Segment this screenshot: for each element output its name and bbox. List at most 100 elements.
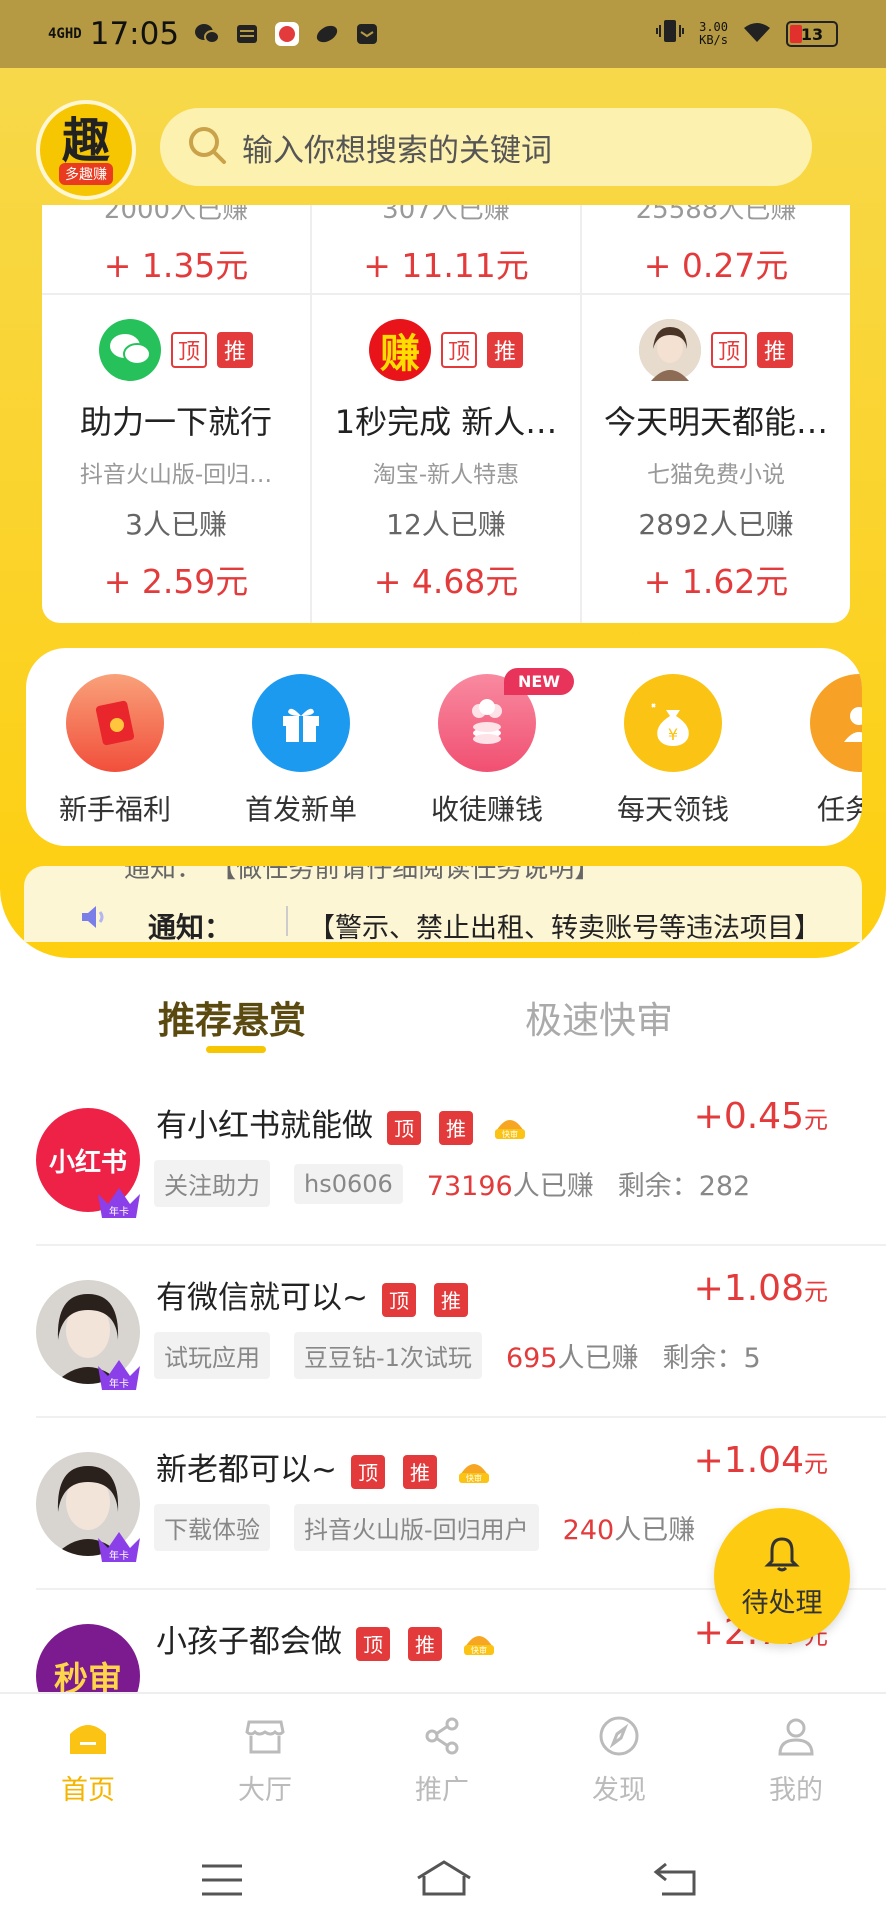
cell-reward: + 1.62元 xyxy=(643,562,789,601)
menu-icon[interactable] xyxy=(200,1862,244,1902)
tag-recommend: 推 xyxy=(487,332,523,368)
tag-top: 顶 xyxy=(350,1454,385,1489)
category-daily-money[interactable]: ¥ 每天领钱 xyxy=(608,674,738,828)
mail-notify-icon xyxy=(353,21,381,47)
tag-recommend: 推 xyxy=(439,1110,473,1145)
fast-review-label: 快审 xyxy=(502,1129,518,1139)
crown-label: 年卡 xyxy=(109,1205,129,1218)
crown-label: 年卡 xyxy=(109,1377,129,1390)
tag-recommend: 推 xyxy=(408,1626,442,1661)
new-badge: NEW xyxy=(504,668,574,695)
grid-cell-partial[interactable]: 307人已赚 + 11.11元 xyxy=(312,205,580,295)
notice-previous-text: 【做任务前请仔细阅读任务说明】 xyxy=(210,866,601,884)
remaining-count: 剩余：5 xyxy=(662,1343,761,1374)
logo-char: 趣 xyxy=(61,113,110,169)
crown-icon: 年卡 xyxy=(94,1356,144,1392)
task-title-row: 新老都可以~ 顶推快审 xyxy=(156,1444,493,1489)
reward-unit: 元 xyxy=(804,1106,828,1134)
task-reward: +0.45元 xyxy=(694,1096,828,1137)
speed-value: 3.00 xyxy=(699,20,728,34)
nav-home[interactable]: 首页 xyxy=(28,1714,148,1807)
notice-previous-label: 通知： xyxy=(124,866,203,884)
task-reward: +1.08元 xyxy=(694,1268,828,1309)
task-title-row: 有小红书就能做顶推快审 xyxy=(156,1100,529,1145)
home-system-icon[interactable] xyxy=(414,1858,474,1902)
earned-count: 240人已赚 xyxy=(563,1508,696,1547)
avatar-label: 小红书 xyxy=(48,1147,127,1178)
task-reward: +1.04元 xyxy=(694,1440,828,1481)
wifi-icon xyxy=(742,17,772,52)
category-task[interactable]: 任务… xyxy=(794,674,862,828)
battery-indicator: 13 xyxy=(786,21,838,47)
cell-subtitle: 七猫免费小说 xyxy=(647,462,785,488)
notice-label: 通知： xyxy=(148,911,233,942)
cell-count: 2892人已赚 xyxy=(638,508,794,541)
tag-recommend: 推 xyxy=(433,1282,468,1317)
nav-mine[interactable]: 我的 xyxy=(736,1714,856,1807)
cell-subtitle: 淘宝-新人特惠 xyxy=(372,462,520,488)
task-list-item[interactable]: 年卡 有微信就可以~ 顶推 试玩应用 豆豆钻-1次试玩 695人已赚 剩余：5 +… xyxy=(0,1246,886,1418)
reward-unit: 元 xyxy=(804,1450,828,1478)
wechat-icon xyxy=(99,319,161,381)
task-app-chip: 豆豆钻-1次试玩 xyxy=(294,1332,482,1379)
task-type-chip: 试玩应用 xyxy=(154,1332,270,1379)
grid-cell[interactable]: 顶 推 助力一下就行 抖音火山版-回归… 3人已赚 + 2.59元 xyxy=(42,297,310,623)
logo-subtitle: 多趣赚 xyxy=(59,163,113,185)
earned-suffix: 人已赚 xyxy=(512,1171,594,1202)
notice-bar[interactable]: 通知： 【做任务前请仔细阅读任务说明】 通知： 【警示、禁止出租、转卖账号等违法… xyxy=(24,866,862,942)
category-label: 任务… xyxy=(816,793,862,826)
grid-column: 25588人已赚 + 0.27元 顶 推 今天明天都能… 七猫免费小说 2892… xyxy=(582,205,850,623)
task-meta-row: 关注助力 hs0606 73196人已赚 剩余：282 xyxy=(154,1160,750,1207)
app-logo[interactable]: 趣 多趣赚 xyxy=(36,100,136,200)
tab-recommended[interactable]: 推荐悬赏 xyxy=(158,990,306,1044)
grid-cell-partial[interactable]: 2000人已赚 + 1.35元 xyxy=(42,205,310,295)
svg-text:¥: ¥ xyxy=(668,725,678,744)
task-list-item[interactable]: 小红书 年卡 有小红书就能做顶推快审 关注助力 hs0606 73196人已赚 … xyxy=(0,1074,886,1246)
remaining-count: 剩余：282 xyxy=(617,1171,751,1202)
bell-icon xyxy=(764,1533,800,1577)
tab-fast-review[interactable]: 极速快审 xyxy=(525,990,673,1044)
cell-reward: + 2.59元 xyxy=(103,562,249,601)
grid-column: 307人已赚 + 11.11元 赚 顶 推 1秒完成 新人… 淘宝-新人特惠 1… xyxy=(312,205,582,623)
nav-promote[interactable]: 推广 xyxy=(382,1714,502,1807)
task-icon xyxy=(810,674,862,772)
speed-unit: KB/s xyxy=(699,33,728,47)
nav-discover[interactable]: 发现 xyxy=(559,1714,679,1807)
nav-label: 大厅 xyxy=(238,1775,292,1806)
grid-cell[interactable]: 顶 推 今天明天都能… 七猫免费小说 2892人已赚 + 1.62元 xyxy=(582,297,850,623)
speaker-icon xyxy=(78,902,108,932)
home-icon xyxy=(66,1725,110,1762)
tab-indicator xyxy=(206,1046,266,1053)
money-bag-icon: ¥ xyxy=(624,674,722,772)
category-label: 首发新单 xyxy=(244,793,357,826)
cell-subtitle: 抖音火山版-回归… xyxy=(79,462,273,488)
nav-label: 推广 xyxy=(415,1775,469,1806)
category-label: 收徒赚钱 xyxy=(430,793,543,826)
reward-unit: 元 xyxy=(804,1278,828,1306)
partial-count: 2000人已赚 xyxy=(103,205,249,225)
grid-cell-partial[interactable]: 25588人已赚 + 0.27元 xyxy=(582,205,850,295)
search-icon xyxy=(186,124,228,170)
compass-icon xyxy=(597,1716,641,1762)
pending-button[interactable]: 待处理 xyxy=(714,1508,850,1644)
tag-top: 顶 xyxy=(441,332,477,368)
card-notify-icon xyxy=(233,21,261,47)
category-recruit-earn[interactable]: 收徒赚钱 xyxy=(422,674,552,828)
task-app-chip: hs0606 xyxy=(294,1163,403,1204)
search-bar[interactable]: 输入你想搜索的关键词 xyxy=(160,108,812,186)
category-first-new-order[interactable]: 首发新单 xyxy=(236,674,366,828)
category-label: 每天领钱 xyxy=(616,793,729,826)
tag-recommend: 推 xyxy=(402,1454,437,1489)
reward-value: +1.08 xyxy=(693,1268,804,1309)
zhuan-icon: 赚 xyxy=(369,319,431,381)
tag-top: 顶 xyxy=(171,332,207,368)
red-envelope-icon xyxy=(66,674,164,772)
back-icon[interactable] xyxy=(652,1860,698,1902)
search-placeholder: 输入你想搜索的关键词 xyxy=(242,132,552,169)
notice-previous: 通知： 【做任务前请仔细阅读任务说明】 xyxy=(124,866,600,885)
cell-title: 今天明天都能… xyxy=(603,403,828,441)
category-new-user-welfare[interactable]: 新手福利 xyxy=(50,674,180,828)
nav-hall[interactable]: 大厅 xyxy=(205,1714,325,1807)
fast-review-label: 快审 xyxy=(466,1473,482,1483)
grid-cell[interactable]: 赚 顶 推 1秒完成 新人… 淘宝-新人特惠 12人已赚 + 4.68元 xyxy=(312,297,580,623)
